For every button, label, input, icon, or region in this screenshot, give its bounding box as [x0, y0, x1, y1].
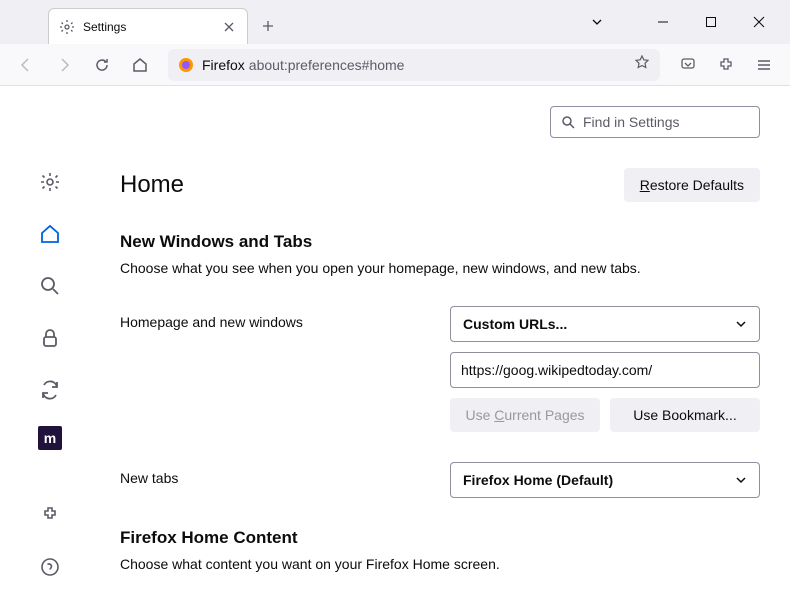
sidebar-item-help[interactable]: [34, 551, 66, 583]
reload-button[interactable]: [86, 49, 118, 81]
maximize-button[interactable]: [688, 6, 734, 38]
use-current-pages-button[interactable]: Use Current Pages: [450, 398, 600, 432]
browser-tab[interactable]: Settings: [48, 8, 248, 44]
homepage-url-input[interactable]: [450, 352, 760, 388]
pocket-button[interactable]: [672, 49, 704, 81]
forward-button[interactable]: [48, 49, 80, 81]
sidebar-item-extensions[interactable]: [34, 499, 66, 531]
homepage-label: Homepage and new windows: [120, 306, 450, 330]
section-desc-windows-tabs: Choose what you see when you open your h…: [120, 260, 760, 276]
extensions-button[interactable]: [710, 49, 742, 81]
sidebar-item-mozilla[interactable]: m: [38, 426, 62, 450]
section-title-home-content: Firefox Home Content: [120, 528, 760, 548]
section-title-windows-tabs: New Windows and Tabs: [120, 232, 760, 252]
minimize-button[interactable]: [640, 6, 686, 38]
page-title: Home: [120, 171, 184, 199]
sidebar-item-privacy[interactable]: [34, 322, 66, 354]
homepage-mode-dropdown[interactable]: Custom URLs...: [450, 306, 760, 342]
tabs-dropdown-icon[interactable]: [574, 6, 620, 38]
sidebar-item-search[interactable]: [34, 270, 66, 302]
section-desc-home-content: Choose what content you want on your Fir…: [120, 556, 760, 572]
bookmark-star-icon[interactable]: [634, 54, 650, 75]
gear-icon: [59, 19, 75, 35]
sidebar-item-general[interactable]: [34, 166, 66, 198]
home-button[interactable]: [124, 49, 156, 81]
find-in-settings-input[interactable]: Find in Settings: [550, 106, 760, 138]
newtabs-label: New tabs: [120, 462, 450, 486]
tab-title: Settings: [83, 20, 221, 34]
close-icon[interactable]: [221, 19, 237, 35]
search-placeholder: Find in Settings: [583, 114, 680, 130]
new-tab-button[interactable]: [254, 12, 282, 40]
use-bookmark-button[interactable]: Use Bookmark...: [610, 398, 760, 432]
newtabs-dropdown[interactable]: Firefox Home (Default): [450, 462, 760, 498]
menu-button[interactable]: [748, 49, 780, 81]
restore-defaults-button[interactable]: Restore Defaults: [624, 168, 760, 202]
urlbar-text: about:preferences#home: [249, 57, 634, 73]
sidebar-item-home[interactable]: [34, 218, 66, 250]
firefox-logo-icon: [178, 57, 194, 73]
back-button[interactable]: [10, 49, 42, 81]
urlbar-prefix: Firefox: [202, 57, 245, 73]
close-window-button[interactable]: [736, 6, 782, 38]
url-bar[interactable]: Firefox about:preferences#home: [168, 49, 660, 81]
sidebar-item-sync[interactable]: [34, 374, 66, 406]
